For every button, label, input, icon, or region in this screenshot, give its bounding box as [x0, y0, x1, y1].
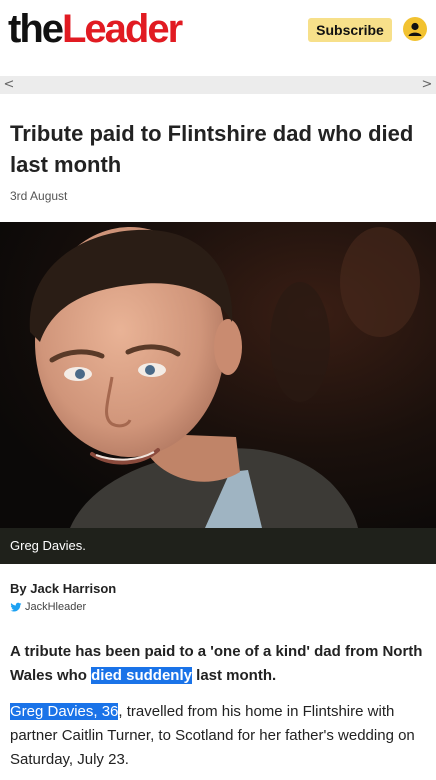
logo-leader-text: Leader [62, 7, 183, 51]
section-nav-strip: < > [0, 76, 436, 94]
article-lede: A tribute has been paid to a 'one of a k… [10, 640, 430, 688]
author-twitter-link[interactable]: JackHleader [10, 601, 86, 613]
photo-caption-text: Greg Davies. [10, 538, 86, 553]
scroll-left-arrow-icon[interactable]: < [2, 76, 16, 94]
article-body-paragraph: Greg Davies, 36, travelled from his home… [10, 700, 436, 772]
article-headline: Tribute paid to Flintshire dad who died … [10, 121, 414, 177]
photo-caption: Greg Davies. [0, 528, 436, 564]
body-highlighted-text[interactable]: Greg Davies, 36 [10, 703, 119, 720]
lede-text-after: last month. [191, 667, 277, 684]
lede-highlighted-text[interactable]: died suddenly [91, 667, 192, 684]
twitter-bird-icon [10, 602, 22, 612]
article-date: 3rd August [10, 189, 68, 203]
user-icon[interactable] [403, 17, 427, 41]
site-header: theLeader Subscribe [0, 0, 436, 60]
site-logo[interactable]: theLeader [8, 6, 183, 52]
twitter-handle: JackHleader [25, 601, 87, 613]
logo-the-text: the [8, 7, 64, 51]
author-byline[interactable]: By Jack Harrison [10, 581, 116, 596]
article-photo [0, 222, 436, 528]
scroll-right-arrow-icon[interactable]: > [420, 76, 434, 94]
subscribe-button[interactable]: Subscribe [308, 18, 392, 42]
